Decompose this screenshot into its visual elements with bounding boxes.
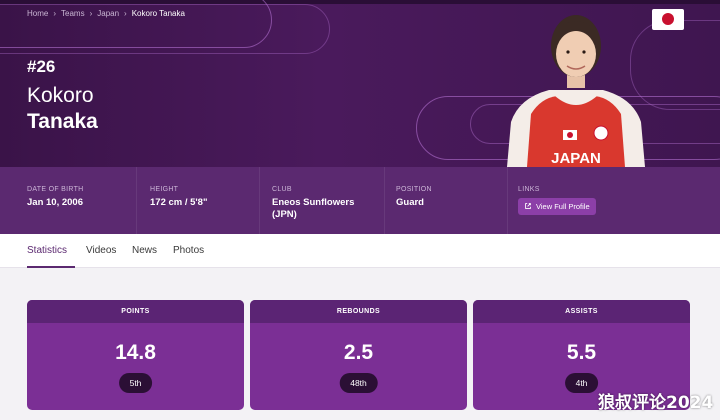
stat-value: 14.8 <box>115 341 156 364</box>
watermark: 狼叔评论2024 <box>598 393 714 413</box>
player-last-name: Tanaka <box>27 110 98 133</box>
player-hero: Home › Teams › Japan › Kokoro Tanaka #26… <box>0 0 720 167</box>
dob-label: DATE OF BIRTH <box>27 186 84 193</box>
stat-label: ASSISTS <box>473 300 690 323</box>
breadcrumb-teams[interactable]: Teams <box>61 9 85 18</box>
info-height: HEIGHT 172 cm / 5'8" <box>137 167 260 234</box>
chevron-right-icon: › <box>89 9 93 18</box>
position-label: POSITION <box>396 186 432 193</box>
player-photo: JAPAN <box>507 15 645 167</box>
info-links: LINKS View Full Profile <box>508 167 720 234</box>
breadcrumb: Home › Teams › Japan › Kokoro Tanaka <box>27 9 185 18</box>
breadcrumb-current: Kokoro Tanaka <box>131 9 185 18</box>
player-info-bar: DATE OF BIRTH Jan 10, 2006 HEIGHT 172 cm… <box>0 167 720 234</box>
tab-photos[interactable]: Photos <box>173 245 204 256</box>
links-label: LINKS <box>518 186 540 193</box>
tab-news[interactable]: News <box>132 245 157 256</box>
position-value: Guard <box>396 197 424 208</box>
breadcrumb-japan[interactable]: Japan <box>97 9 119 18</box>
stat-rank-badge: 5th <box>118 373 153 393</box>
view-full-profile-label: View Full Profile <box>536 201 590 211</box>
player-first-name: Kokoro <box>27 84 94 107</box>
stat-label: POINTS <box>27 300 244 323</box>
dob-value: Jan 10, 2006 <box>27 197 83 208</box>
tab-videos[interactable]: Videos <box>86 245 116 256</box>
external-link-icon <box>525 203 531 209</box>
club-value: Eneos Sunflowers (JPN) <box>272 197 355 220</box>
view-full-profile-button[interactable]: View Full Profile <box>518 197 596 215</box>
profile-tabs: Statistics Videos News Photos <box>0 234 720 268</box>
stat-cards: POINTS 14.8 5th REBOUNDS 2.5 48th ASSIST… <box>27 300 691 410</box>
tab-statistics[interactable]: Statistics <box>27 245 67 256</box>
stat-label: REBOUNDS <box>250 300 467 323</box>
info-club: CLUB Eneos Sunflowers (JPN) <box>260 167 385 234</box>
info-position: POSITION Guard <box>385 167 508 234</box>
stat-card-rebounds: REBOUNDS 2.5 48th <box>250 300 467 410</box>
stat-rank-badge: 4th <box>564 373 599 393</box>
height-value: 172 cm / 5'8" <box>150 197 208 208</box>
stat-rank-badge: 48th <box>339 373 378 393</box>
flag-circle <box>662 13 674 25</box>
info-dob: DATE OF BIRTH Jan 10, 2006 <box>0 167 137 234</box>
jersey-number: #26 <box>27 57 56 76</box>
stat-value: 5.5 <box>566 341 597 364</box>
jersey-text: JAPAN <box>551 150 601 167</box>
club-label: CLUB <box>272 186 292 193</box>
active-tab-indicator <box>27 266 75 268</box>
stat-card-points: POINTS 14.8 5th <box>27 300 244 410</box>
chevron-right-icon: › <box>53 9 57 18</box>
breadcrumb-home[interactable]: Home <box>27 9 48 18</box>
height-label: HEIGHT <box>150 186 179 193</box>
stat-value: 2.5 <box>343 341 374 364</box>
chevron-right-icon: › <box>124 9 127 18</box>
japan-flag-icon <box>652 9 684 30</box>
